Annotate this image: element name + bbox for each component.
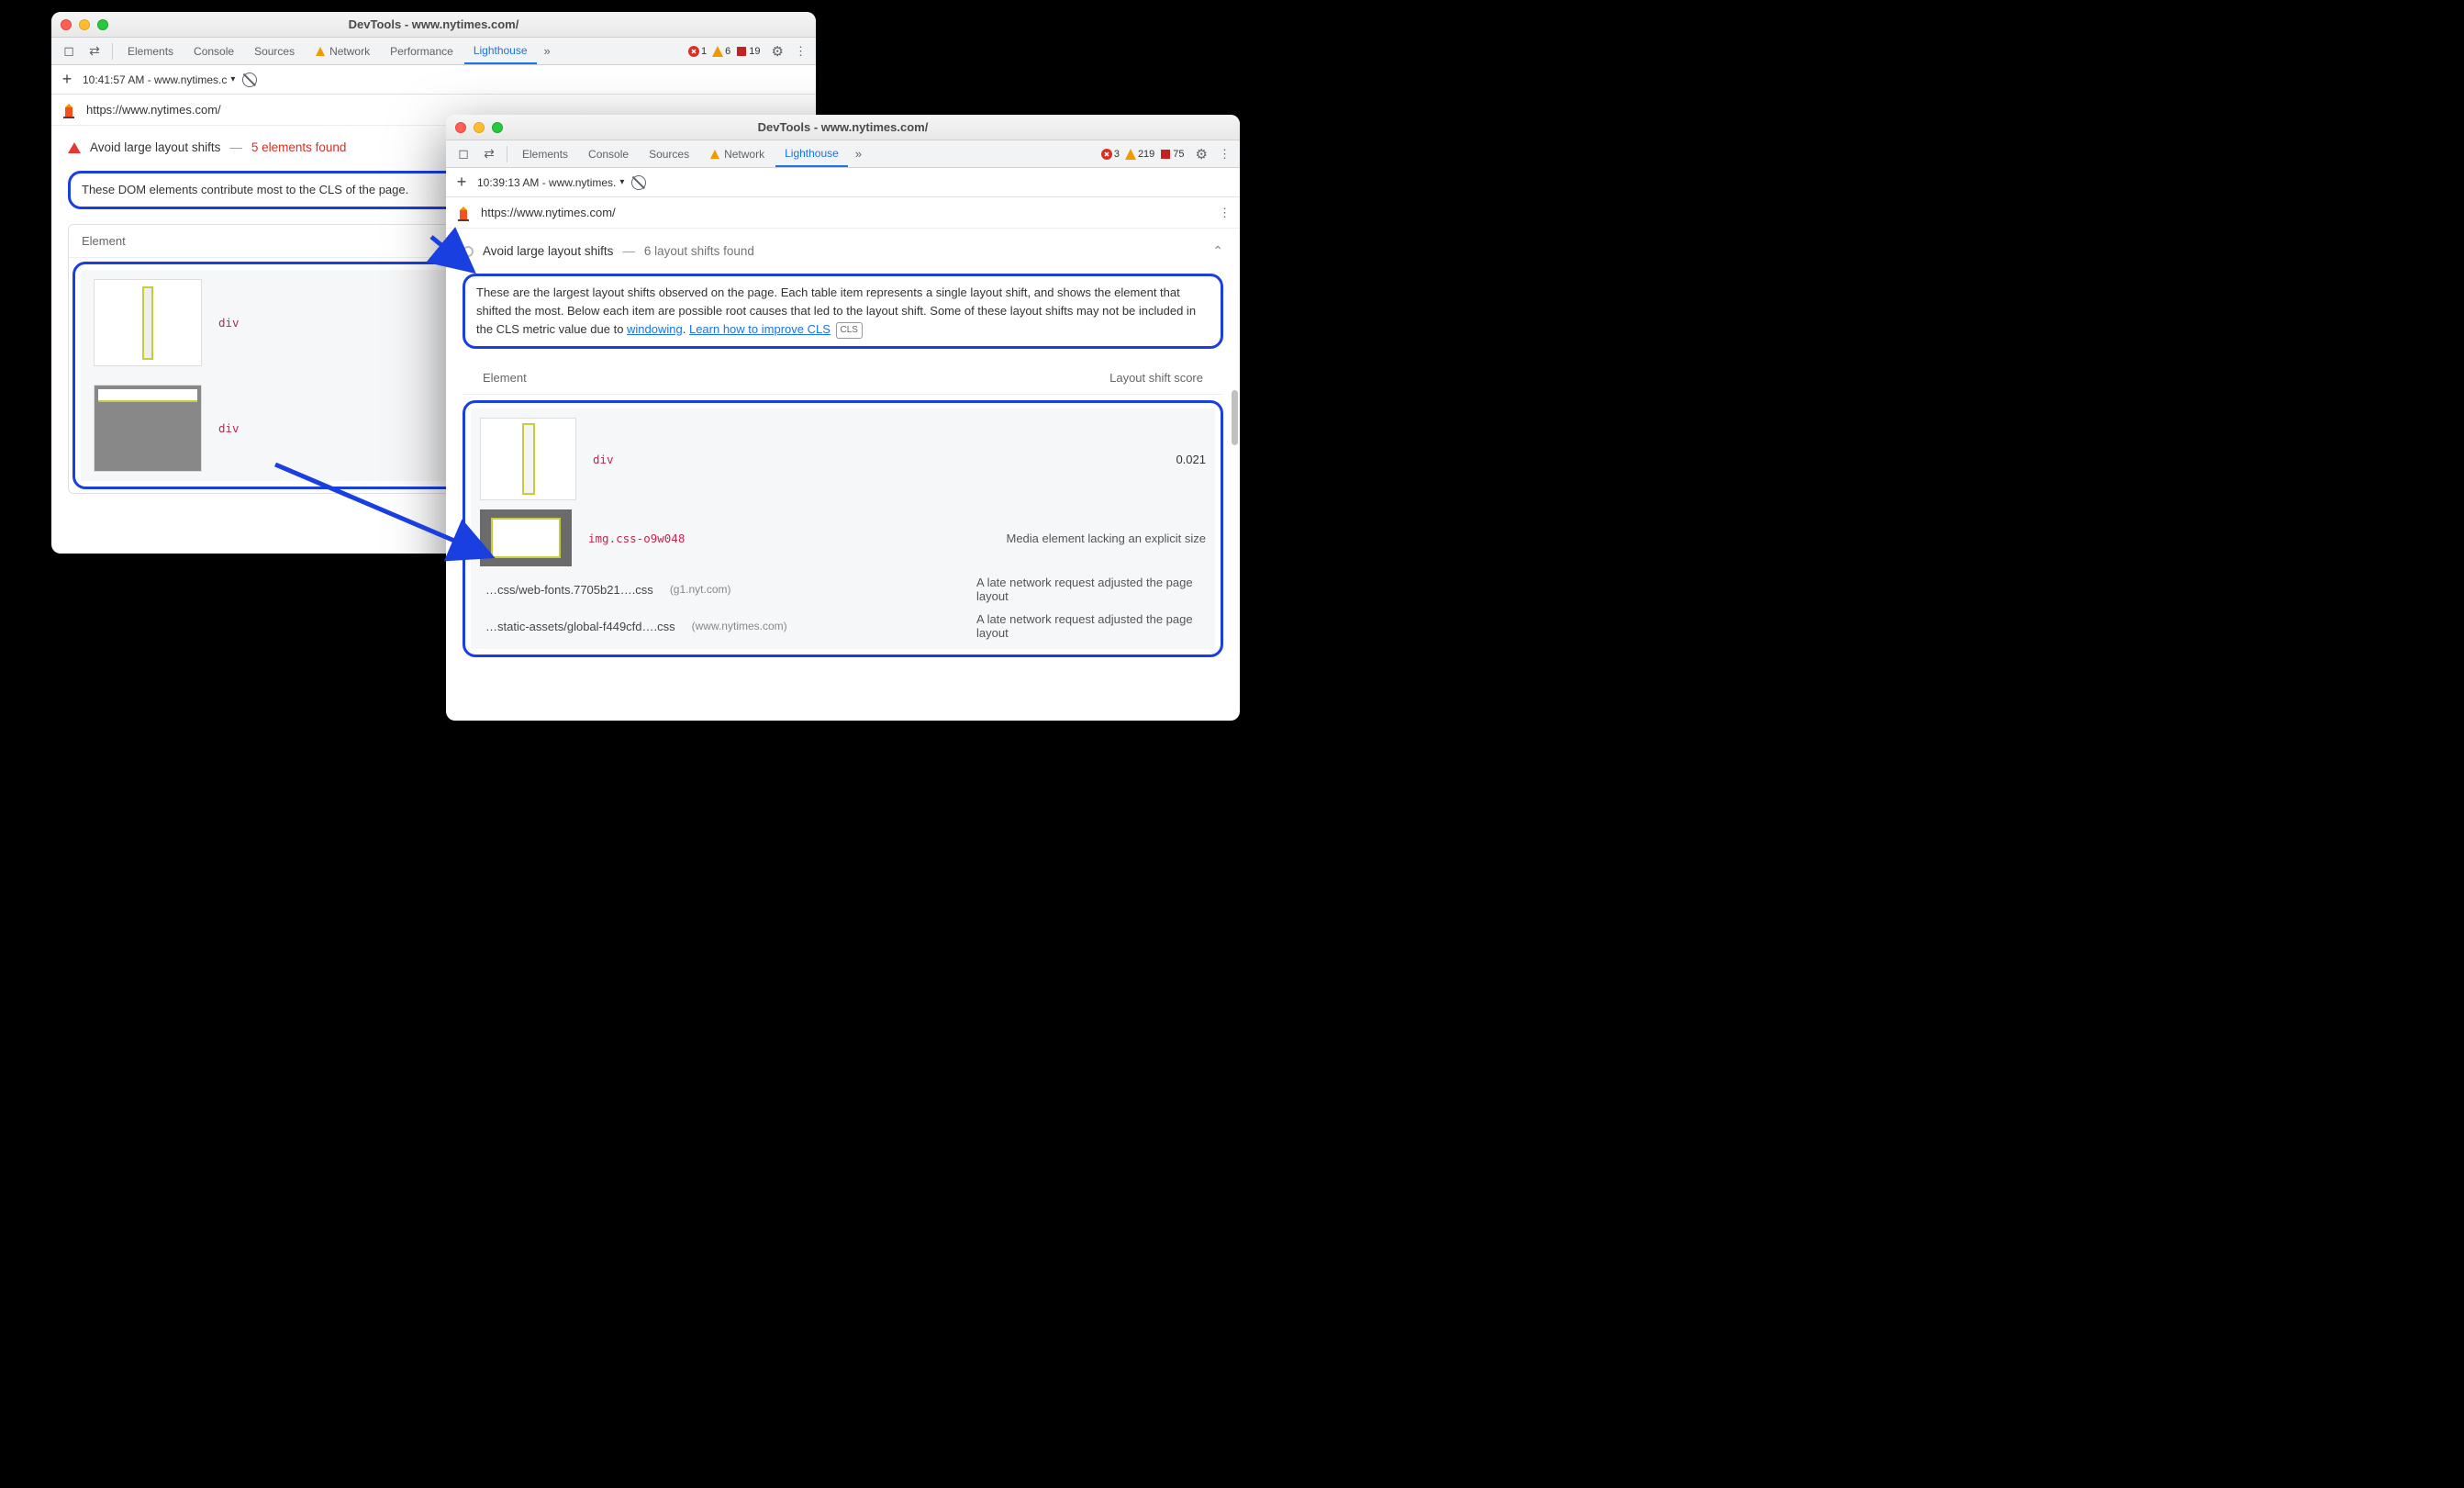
- warning-icon: [709, 149, 720, 160]
- tabs-overflow-icon[interactable]: »: [539, 44, 556, 58]
- new-report-icon[interactable]: +: [453, 173, 470, 192]
- resource-host: (g1.nyt.com): [670, 583, 731, 596]
- tab-console[interactable]: Console: [184, 38, 243, 64]
- tab-lighthouse[interactable]: Lighthouse: [775, 140, 848, 167]
- gear-icon[interactable]: ⚙: [1196, 146, 1208, 162]
- inspect-icon[interactable]: ◻: [452, 146, 475, 162]
- violations-badge[interactable]: 19: [736, 46, 760, 57]
- new-report-icon[interactable]: +: [59, 70, 75, 89]
- audit-content: Avoid large layout shifts — 6 layout shi…: [446, 229, 1240, 668]
- report-url: https://www.nytimes.com/: [481, 206, 616, 219]
- audit-description: These are the largest layout shifts obse…: [476, 284, 1210, 339]
- root-cause: A late network request adjusted the page…: [976, 612, 1206, 640]
- lighthouse-toolbar: + 10:39:13 AM - www.nytimes.▾: [446, 168, 1240, 197]
- element-tag: div: [218, 316, 240, 330]
- errors-badge[interactable]: 3: [1101, 149, 1120, 160]
- tab-network[interactable]: Network: [306, 38, 379, 64]
- table-row[interactable]: div 0.021: [480, 418, 1206, 500]
- devtools-tabbar: ◻ ⇄ Elements Console Sources Network Lig…: [446, 140, 1240, 168]
- info-icon: [463, 246, 474, 257]
- devtools-tabbar: ◻ ⇄ Elements Console Sources Network Per…: [51, 38, 816, 65]
- chevron-up-icon[interactable]: ⌃: [1212, 243, 1223, 259]
- description-callout: These are the largest layout shifts obse…: [463, 274, 1223, 349]
- audit-row[interactable]: Avoid large layout shifts — 6 layout shi…: [463, 240, 1223, 263]
- windowing-link[interactable]: windowing: [627, 322, 683, 336]
- resource-file: …css/web-fonts.7705b21….css: [485, 583, 653, 597]
- tab-elements[interactable]: Elements: [513, 140, 577, 167]
- resource-host: (www.nytimes.com): [692, 620, 787, 632]
- issue-badges[interactable]: 3 219 75: [1101, 149, 1185, 160]
- window-title: DevTools - www.nytimes.com/: [51, 17, 816, 31]
- table-row[interactable]: …static-assets/global-f449cfd….css (www.…: [480, 612, 1206, 640]
- issue-badges[interactable]: 1 6 19: [688, 46, 761, 57]
- report-menu-icon[interactable]: ⋮: [1219, 206, 1231, 220]
- audit-title: Avoid large layout shifts: [90, 140, 220, 154]
- window-title: DevTools - www.nytimes.com/: [446, 120, 1240, 134]
- col-score: Layout shift score: [1109, 371, 1203, 385]
- caret-down-icon: ▾: [230, 74, 235, 84]
- table-row[interactable]: …css/web-fonts.7705b21….css (g1.nyt.com)…: [480, 576, 1206, 603]
- kebab-icon[interactable]: ⋮: [1215, 147, 1234, 162]
- titlebar[interactable]: DevTools - www.nytimes.com/: [51, 12, 816, 38]
- scrollbar[interactable]: [1232, 390, 1238, 445]
- url-row: https://www.nytimes.com/ ⋮: [446, 197, 1240, 229]
- clear-icon[interactable]: [242, 73, 257, 87]
- warnings-badge[interactable]: 219: [1125, 149, 1154, 160]
- tab-sources[interactable]: Sources: [245, 38, 304, 64]
- tab-elements[interactable]: Elements: [118, 38, 183, 64]
- device-icon[interactable]: ⇄: [83, 43, 106, 59]
- lighthouse-toolbar: + 10:41:57 AM - www.nytimes.c▾: [51, 65, 816, 95]
- lighthouse-logo-icon: [61, 102, 77, 118]
- resource-file: …static-assets/global-f449cfd….css: [485, 620, 675, 633]
- element-thumbnail: [94, 385, 202, 472]
- rows-callout: div 0.021 img.css-o9w048 Media element l…: [463, 400, 1223, 657]
- errors-badge[interactable]: 1: [688, 46, 707, 57]
- warnings-badge[interactable]: 6: [712, 46, 730, 57]
- col-element: Element: [483, 371, 527, 385]
- audit-count: 6 layout shifts found: [644, 244, 754, 258]
- learn-cls-link[interactable]: Learn how to improve CLS: [689, 322, 831, 336]
- tab-network[interactable]: Network: [700, 140, 774, 167]
- element-tag: div: [593, 453, 614, 466]
- table-row[interactable]: img.css-o9w048 Media element lacking an …: [480, 509, 1206, 566]
- report-dropdown[interactable]: 10:39:13 AM - www.nytimes.▾: [477, 176, 624, 189]
- audit-title: Avoid large layout shifts: [483, 244, 613, 258]
- lighthouse-logo-icon: [455, 205, 472, 221]
- col-element: Element: [82, 234, 126, 248]
- devtools-window-new: DevTools - www.nytimes.com/ ◻ ⇄ Elements…: [446, 115, 1240, 721]
- warning-icon: [315, 46, 326, 57]
- fail-icon: [68, 142, 81, 153]
- kebab-icon[interactable]: ⋮: [791, 44, 810, 59]
- root-cause: Media element lacking an explicit size: [1007, 531, 1207, 545]
- clear-icon[interactable]: [631, 175, 646, 190]
- cls-badge: CLS: [836, 322, 863, 339]
- tabs-overflow-icon[interactable]: »: [850, 147, 867, 161]
- element-tag: div: [218, 421, 240, 435]
- report-dropdown[interactable]: 10:41:57 AM - www.nytimes.c▾: [83, 73, 235, 86]
- tab-performance[interactable]: Performance: [381, 38, 463, 64]
- element-thumbnail: [94, 279, 202, 366]
- tab-console[interactable]: Console: [579, 140, 638, 167]
- audit-count: 5 elements found: [251, 140, 347, 154]
- device-icon[interactable]: ⇄: [477, 146, 501, 162]
- tab-sources[interactable]: Sources: [640, 140, 698, 167]
- layout-shift-score: 0.021: [1176, 453, 1206, 466]
- report-url: https://www.nytimes.com/: [86, 103, 221, 117]
- titlebar[interactable]: DevTools - www.nytimes.com/: [446, 115, 1240, 140]
- element-thumbnail: [480, 509, 572, 566]
- tab-lighthouse[interactable]: Lighthouse: [464, 38, 537, 64]
- root-cause: A late network request adjusted the page…: [976, 576, 1206, 603]
- gear-icon[interactable]: ⚙: [772, 43, 784, 60]
- inspect-icon[interactable]: ◻: [57, 43, 81, 59]
- violations-badge[interactable]: 75: [1160, 149, 1184, 160]
- caret-down-icon: ▾: [619, 177, 624, 187]
- element-thumbnail: [480, 418, 576, 500]
- element-tag: img.css-o9w048: [588, 531, 685, 545]
